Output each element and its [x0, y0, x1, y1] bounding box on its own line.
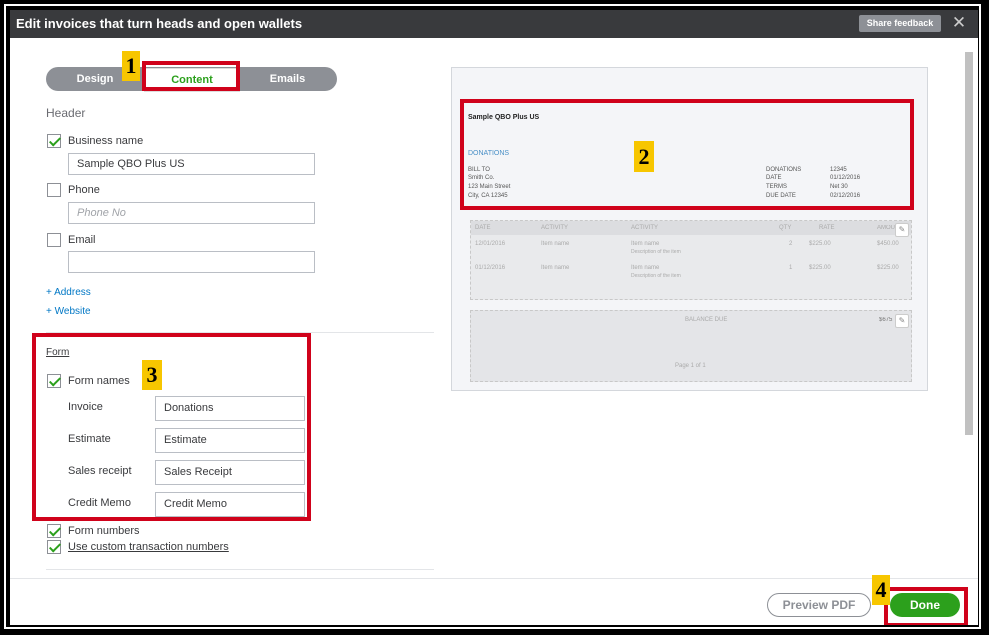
- custom-numbers-label: Use custom transaction numbers: [68, 541, 229, 553]
- preview-cell: Description of the item: [631, 249, 681, 255]
- phone-input[interactable]: Phone No: [68, 202, 315, 224]
- section-divider: [46, 569, 434, 570]
- preview-page-label: Page 1 of 1: [675, 363, 706, 369]
- preview-cell: Item name: [541, 265, 570, 271]
- preview-col-header: QTY: [779, 225, 792, 231]
- add-website-link[interactable]: + Website: [46, 306, 91, 317]
- callout-badge: 2: [634, 141, 654, 172]
- header-section-title: Header: [46, 106, 86, 120]
- form-numbers-label: Form numbers: [68, 525, 140, 537]
- preview-table-header: [471, 221, 911, 235]
- preview-cell: $225.00: [809, 241, 831, 247]
- callout-badge: 3: [142, 360, 162, 390]
- scrollbar[interactable]: [965, 52, 973, 435]
- pencil-icon[interactable]: ✎: [895, 314, 909, 328]
- preview-line-items[interactable]: DATE ACTIVITY ACTIVITY QTY RATE AMOUNT 1…: [470, 220, 912, 300]
- callout-box-preview-header: [460, 99, 914, 210]
- tab-emails[interactable]: Emails: [238, 67, 337, 91]
- phone-checkbox[interactable]: [47, 183, 61, 197]
- preview-cell: 12/01/2016: [475, 241, 506, 247]
- preview-col-header: ACTIVITY: [541, 225, 569, 231]
- preview-col-header: ACTIVITY: [631, 225, 659, 231]
- email-input[interactable]: [68, 251, 315, 273]
- email-checkbox[interactable]: [47, 233, 61, 247]
- preview-cell: 2: [789, 241, 793, 247]
- preview-cell: 1: [789, 265, 793, 271]
- add-address-link[interactable]: + Address: [46, 287, 91, 298]
- preview-balance-label: BALANCE DUE: [685, 317, 728, 323]
- pencil-icon[interactable]: ✎: [895, 223, 909, 237]
- email-label: Email: [68, 234, 96, 246]
- preview-cell: $225.00: [809, 265, 831, 271]
- preview-cell: Description of the item: [631, 273, 681, 279]
- business-name-label: Business name: [68, 135, 144, 147]
- preview-cell: Item name: [631, 265, 660, 271]
- title-bar: Edit invoices that turn heads and open w…: [10, 10, 978, 38]
- preview-cell: $225.00: [877, 265, 899, 271]
- custom-numbers-checkbox[interactable]: [47, 540, 61, 554]
- form-numbers-checkbox[interactable]: [47, 524, 61, 538]
- callout-badge: 1: [122, 51, 140, 81]
- callout-badge: 4: [872, 575, 890, 605]
- preview-cell: 01/12/2016: [475, 265, 506, 271]
- dialog-window: Edit invoices that turn heads and open w…: [10, 10, 978, 625]
- preview-balance-value: $675.00: [879, 317, 893, 323]
- business-name-input[interactable]: Sample QBO Plus US: [68, 153, 315, 175]
- preview-pdf-button[interactable]: Preview PDF: [767, 593, 871, 617]
- callout-box-done-button: [884, 587, 968, 625]
- callout-box-form-section: [32, 333, 311, 521]
- business-name-checkbox[interactable]: [47, 134, 61, 148]
- preview-balance-box[interactable]: BALANCE DUE $675.00 Page 1 of 1 ✎: [470, 310, 912, 382]
- preview-cell: Item name: [631, 241, 660, 247]
- preview-cell: $450.00: [877, 241, 899, 247]
- close-icon[interactable]: ✕: [950, 12, 968, 34]
- preview-col-header: AMOUNT: [877, 225, 897, 231]
- preview-col-header: RATE: [819, 225, 835, 231]
- share-feedback-button[interactable]: Share feedback: [859, 15, 941, 32]
- preview-col-header: DATE: [475, 225, 491, 231]
- dialog-title: Edit invoices that turn heads and open w…: [16, 16, 303, 31]
- callout-box-content-tab: [142, 61, 240, 91]
- dialog-footer: Preview PDF Done: [10, 578, 978, 625]
- phone-label: Phone: [68, 184, 100, 196]
- preview-cell: Item name: [541, 241, 570, 247]
